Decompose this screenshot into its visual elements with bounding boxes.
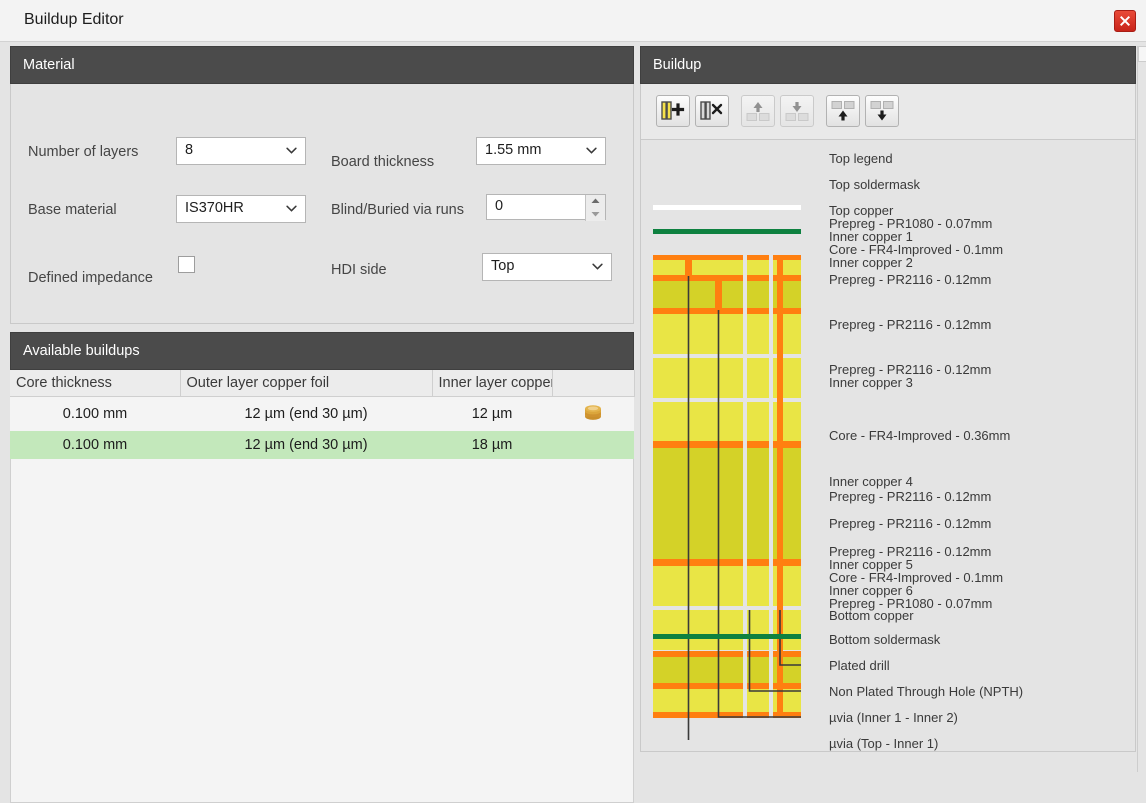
col-outer-layer-copper[interactable]: Outer layer copper foil <box>180 370 433 397</box>
add-layer-icon <box>661 101 685 120</box>
label-defined-impedance: Defined impedance <box>28 270 153 286</box>
defined-impedance-checkbox[interactable] <box>178 256 195 273</box>
caret-up-icon[interactable] <box>591 198 600 204</box>
hdi-side-value: Top <box>491 258 515 274</box>
right-column: Buildup Top legend Top soldermask Top co… <box>640 46 1136 752</box>
chevron-down-icon <box>286 147 297 154</box>
layer-bottom-soldermask <box>653 634 801 639</box>
stepper-buttons[interactable] <box>585 195 605 221</box>
scrollbar-thumb[interactable] <box>1138 46 1146 62</box>
label-blind-buried-via-runs: Blind/Buried via runs <box>331 202 464 218</box>
cell-outer-layer-copper: 12 µm (end 30 µm) <box>180 396 432 431</box>
coins-icon[interactable] <box>582 402 604 422</box>
layer-top-legend <box>653 205 801 210</box>
layer-label-top-legend: Top legend <box>829 151 893 166</box>
buildups-empty-area <box>10 458 634 803</box>
layer-label-inner-copper-2: Inner copper 2 <box>829 255 913 270</box>
left-column: Material Number of layers 8 Base materia… <box>10 46 635 803</box>
cell-inner-layer-copper: 12 µm <box>432 396 552 431</box>
layer-label-inner-copper-3: Inner copper 3 <box>829 375 913 390</box>
blind-buried-via-runs-stepper[interactable]: 0 <box>486 194 606 221</box>
col-core-thickness[interactable]: Core thickness <box>10 370 181 397</box>
board-thickness-select[interactable]: 1.55 mm <box>476 137 606 165</box>
merge-up-icon <box>831 101 855 121</box>
move-down-button[interactable] <box>780 95 814 127</box>
table-row[interactable]: 0.100 mm 12 µm (end 30 µm) 18 µm <box>10 430 634 459</box>
table-row[interactable]: 0.100 mm 12 µm (end 30 µm) 12 µm <box>10 396 634 431</box>
material-panel-header: Material <box>10 46 634 84</box>
window-titlebar: Buildup Editor <box>0 0 1146 42</box>
move-up-button[interactable] <box>741 95 775 127</box>
buildup-panel-header: Buildup <box>640 46 1136 84</box>
table-header-row: Core thickness Outer layer copper foil I… <box>10 370 635 397</box>
window-title: Buildup Editor <box>24 11 124 28</box>
chevron-down-icon <box>592 263 603 270</box>
layer-label-prepreg-5: Prepreg - PR2116 - 0.12mm <box>829 489 992 504</box>
available-buildups-header: Available buildups <box>10 332 634 370</box>
label-board-thickness: Board thickness <box>331 154 435 170</box>
base-material-select[interactable]: IS370HR <box>176 195 306 223</box>
number-of-layers-value: 8 <box>185 142 194 158</box>
chevron-down-icon <box>286 205 297 212</box>
number-of-layers-select[interactable]: 8 <box>176 137 306 165</box>
layer-label-npth: Non Plated Through Hole (NPTH) <box>829 684 1024 699</box>
merge-down-button[interactable] <box>865 95 899 127</box>
buildup-stackup-view: Top legend Top soldermask Top copper Pre… <box>640 140 1136 752</box>
cell-actions[interactable] <box>552 396 634 431</box>
chevron-down-icon <box>586 147 597 154</box>
layer-label-uvia-inner1-inner2: µvia (Inner 1 - Inner 2) <box>829 710 958 725</box>
layer-label-plated-drill: Plated drill <box>829 658 890 673</box>
board-thickness-value: 1.55 mm <box>485 142 542 158</box>
material-panel-body: Number of layers 8 Base material IS370HR… <box>10 84 634 324</box>
delete-layer-icon <box>700 101 723 120</box>
layer-label-core-2: Core - FR4-Improved - 0.36mm <box>829 428 1011 443</box>
layer-label-bottom-copper: Bottom copper <box>829 608 914 623</box>
add-layer-button[interactable] <box>656 95 690 127</box>
cell-core-thickness: 0.100 mm <box>10 396 180 431</box>
layer-label-prepreg-2: Prepreg - PR2116 - 0.12mm <box>829 272 992 287</box>
label-number-of-layers: Number of layers <box>28 144 139 160</box>
stackup-diagram <box>653 205 801 740</box>
col-inner-layer-copper[interactable]: Inner layer copper <box>432 370 553 397</box>
close-icon[interactable] <box>1114 10 1136 32</box>
col-actions[interactable] <box>552 370 635 397</box>
layer-label-top-soldermask: Top soldermask <box>829 177 921 192</box>
base-material-value: IS370HR <box>185 200 244 216</box>
layer-label-inner-copper-4: Inner copper 4 <box>829 474 913 489</box>
caret-down-icon[interactable] <box>591 211 600 217</box>
move-up-icon <box>746 102 770 121</box>
uvia-inner1-inner2-barrel <box>715 275 722 314</box>
blind-buried-via-runs-value: 0 <box>495 198 504 214</box>
layer-label-bottom-soldermask: Bottom soldermask <box>829 632 941 647</box>
cell-inner-layer-copper: 18 µm <box>432 430 552 459</box>
label-base-material: Base material <box>28 202 117 218</box>
cell-actions[interactable] <box>552 430 634 459</box>
layer-top-soldermask <box>653 229 801 234</box>
buildups-table: Core thickness Outer layer copper foil I… <box>10 370 635 459</box>
layer-label-uvia-top-inner1: µvia (Top - Inner 1) <box>829 736 939 751</box>
layer-label-prepreg-3: Prepreg - PR2116 - 0.12mm <box>829 317 992 332</box>
layer-label-prepreg-6: Prepreg - PR2116 - 0.12mm <box>829 516 992 531</box>
buildup-scrollbar[interactable] <box>1137 46 1146 772</box>
cell-core-thickness: 0.100 mm <box>10 430 180 459</box>
buildup-editor-window: Buildup Editor Material Number of layers… <box>0 0 1146 803</box>
move-down-icon <box>785 102 809 121</box>
hdi-side-select[interactable]: Top <box>482 253 612 281</box>
label-hdi-side: HDI side <box>331 262 387 278</box>
delete-layer-button[interactable] <box>695 95 729 127</box>
cell-outer-layer-copper: 12 µm (end 30 µm) <box>180 430 432 459</box>
merge-down-icon <box>870 101 894 121</box>
merge-up-button[interactable] <box>826 95 860 127</box>
buildup-toolbar <box>640 84 1136 140</box>
available-buildups-panel: Available buildups Core thickness Outer … <box>10 332 635 803</box>
